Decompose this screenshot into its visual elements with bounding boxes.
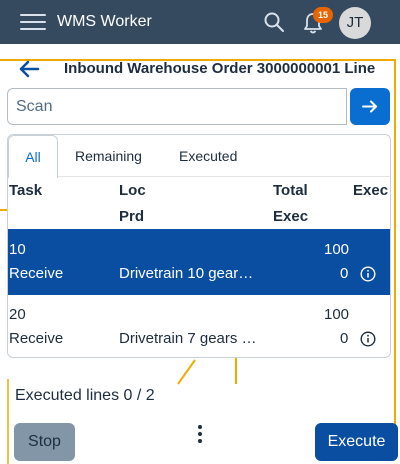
executed-quantity: 0: [340, 265, 349, 282]
tab-remaining[interactable]: Remaining: [75, 135, 142, 177]
column-header-loc[interactable]: Loc: [119, 182, 146, 199]
task-type: Receive: [9, 330, 64, 347]
column-header-exec[interactable]: Exec: [273, 208, 308, 225]
execute-button[interactable]: Execute: [315, 423, 398, 461]
table-row[interactable]: 20 Receive Drivetrain 7 gears … 100 0: [8, 299, 390, 357]
app-title: WMS Worker: [57, 13, 152, 30]
shell-bar: WMS Worker 15 JT: [0, 0, 400, 44]
submit-scan-button[interactable]: [350, 88, 390, 125]
task-number: 20: [9, 306, 26, 323]
total-quantity: 100: [324, 241, 350, 258]
tab-all[interactable]: All: [8, 135, 58, 178]
column-header-total[interactable]: Total: [273, 182, 308, 199]
table-row[interactable]: 10 Receive Drivetrain 10 gear… 100 0: [8, 229, 390, 295]
menu-icon[interactable]: [20, 12, 46, 32]
column-header-task[interactable]: Task: [9, 182, 42, 199]
total-quantity: 100: [324, 306, 350, 323]
task-type: Receive: [9, 265, 64, 282]
more-options-icon[interactable]: [190, 424, 210, 446]
column-header-exec-truncated[interactable]: Exec: [353, 182, 388, 199]
task-number: 10: [9, 241, 26, 258]
info-icon[interactable]: [360, 331, 376, 347]
back-arrow-icon[interactable]: [16, 56, 42, 82]
product: Drivetrain 7 gears …: [119, 330, 257, 347]
info-icon[interactable]: [360, 266, 376, 282]
scan-input[interactable]: [7, 88, 347, 125]
stop-button[interactable]: Stop: [14, 423, 75, 461]
tab-bar: All Remaining Executed: [8, 135, 390, 178]
search-icon[interactable]: [262, 10, 286, 34]
arrow-right-icon: [362, 100, 377, 113]
product: Drivetrain 10 gear…: [119, 265, 254, 282]
executed-quantity: 0: [340, 330, 349, 347]
avatar[interactable]: JT: [339, 7, 371, 39]
executed-lines-count: Executed lines 0 / 2: [15, 387, 155, 404]
page-title: Inbound Warehouse Order 3000000001 Line: [64, 60, 376, 77]
warehouse-task-card: All Remaining Executed Task Loc Prd Tota…: [7, 134, 391, 358]
tab-executed[interactable]: Executed: [179, 135, 237, 177]
notification-badge: 15: [313, 7, 333, 23]
column-header-prd[interactable]: Prd: [119, 208, 144, 225]
